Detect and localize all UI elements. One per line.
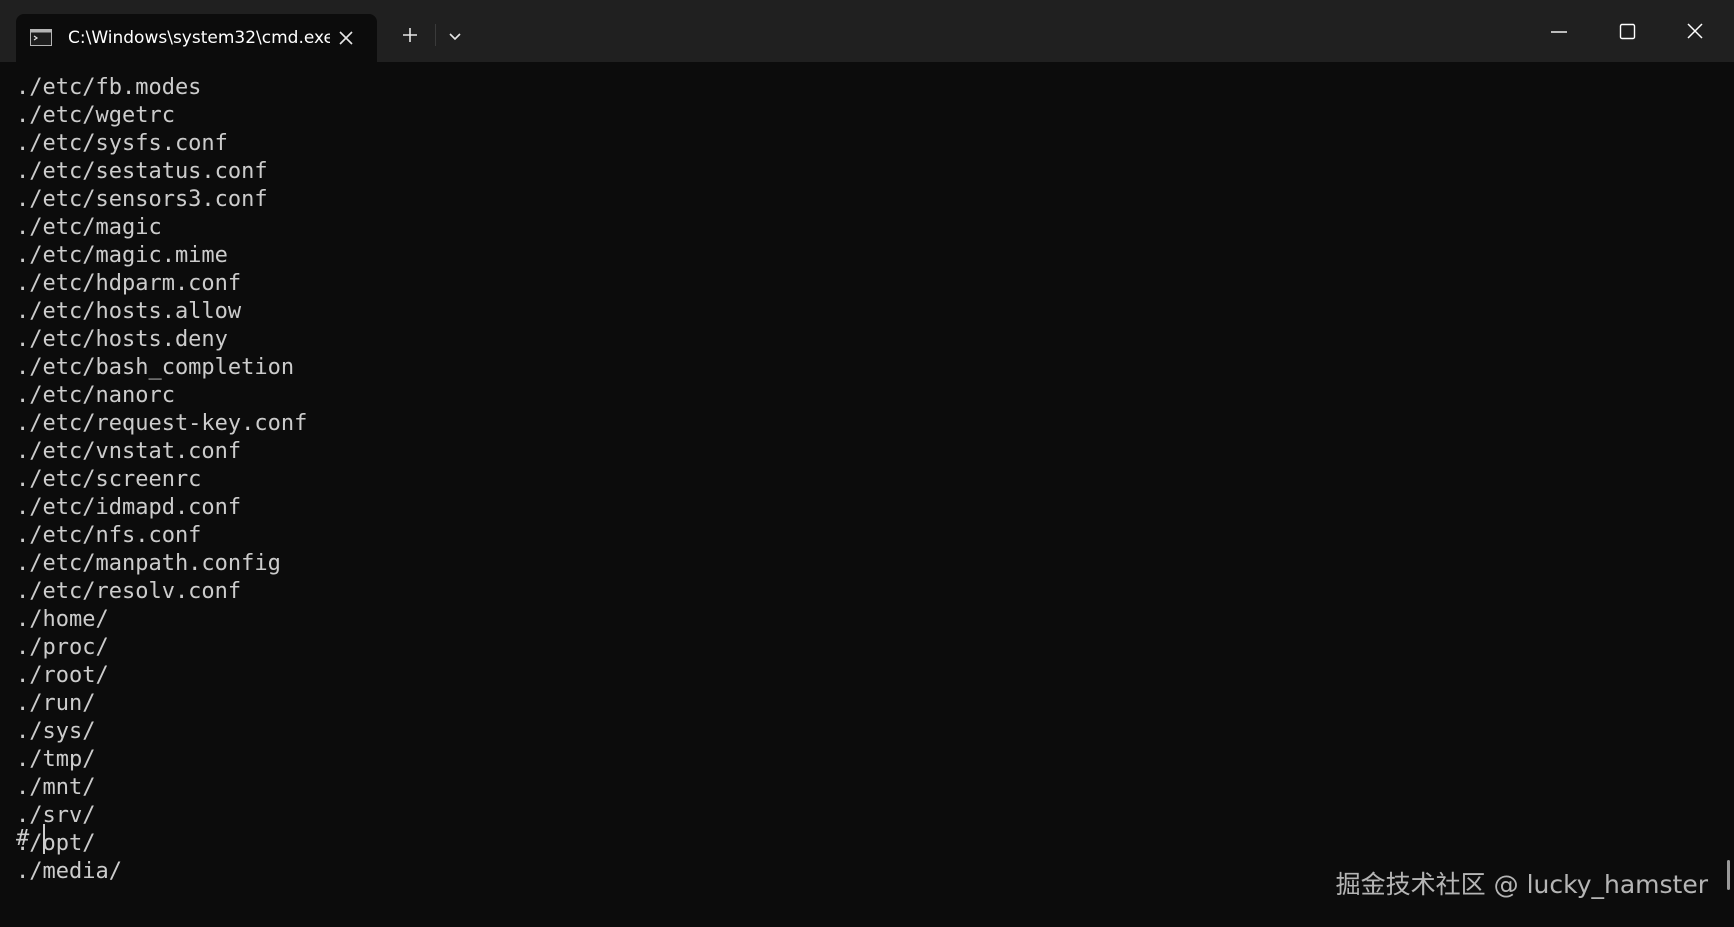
output-lines: ./etc/fb.modes ./etc/wgetrc ./etc/sysfs.co…	[16, 74, 307, 886]
close-icon[interactable]	[1672, 14, 1718, 50]
maximize-icon[interactable]	[1604, 14, 1650, 50]
output-line: ./etc/request-key.conf	[16, 411, 308, 436]
close-icon[interactable]	[334, 26, 358, 50]
output-line: ./etc/sestatus.conf	[16, 159, 268, 184]
output-line: ./etc/hosts.deny	[16, 327, 228, 352]
watermark: 掘金技术社区 @ lucky_hamster	[1335, 870, 1708, 899]
text-cursor	[43, 824, 46, 854]
chevron-down-icon[interactable]	[440, 24, 470, 48]
output-line: ./proc/	[16, 635, 109, 660]
output-line: ./etc/magic.mime	[16, 243, 228, 268]
output-line: ./etc/magic	[16, 215, 162, 240]
command-line[interactable]: #	[16, 824, 46, 854]
scrollbar-thumb[interactable]	[1727, 860, 1730, 890]
prompt-symbol: #	[16, 826, 30, 851]
plus-icon[interactable]	[394, 22, 426, 48]
output-line: ./etc/sensors3.conf	[16, 187, 268, 212]
scrollbar[interactable]	[1722, 62, 1734, 927]
output-line: ./srv/	[16, 803, 96, 828]
output-line: ./tmp/	[16, 747, 96, 772]
output-line: ./etc/vnstat.conf	[16, 439, 242, 464]
terminal-window: C:\Windows\system32\cmd.exe ./etc/fb.mod…	[0, 0, 1734, 927]
output-line: ./etc/sysfs.conf	[16, 131, 228, 156]
output-line: ./root/	[16, 663, 109, 688]
output-line: ./media/	[16, 859, 122, 884]
output-line: ./mnt/	[16, 775, 96, 800]
output-line: ./etc/bash_completion	[16, 355, 295, 380]
output-line: ./etc/hdparm.conf	[16, 271, 242, 296]
output-line: ./sys/	[16, 719, 96, 744]
output-line: ./etc/resolv.conf	[16, 579, 242, 604]
console-icon	[30, 29, 52, 46]
title-bar[interactable]: C:\Windows\system32\cmd.exe	[0, 0, 1734, 63]
output-line: ./etc/wgetrc	[16, 103, 175, 128]
terminal-output[interactable]: ./etc/fb.modes ./etc/wgetrc ./etc/sysfs.co…	[0, 62, 1722, 927]
output-line: ./run/	[16, 691, 96, 716]
tab-title: C:\Windows\system32\cmd.exe	[68, 28, 330, 48]
tab-cmd[interactable]: C:\Windows\system32\cmd.exe	[16, 14, 377, 62]
output-line: ./etc/nfs.conf	[16, 523, 202, 548]
output-line: ./etc/screenrc	[16, 467, 202, 492]
output-line: ./etc/hosts.allow	[16, 299, 242, 324]
output-line: ./home/	[16, 607, 109, 632]
tab-separator	[435, 24, 436, 46]
output-line: ./opt/	[16, 831, 96, 856]
minimize-icon[interactable]	[1536, 14, 1582, 50]
output-line: ./etc/nanorc	[16, 383, 175, 408]
output-line: ./etc/idmapd.conf	[16, 495, 242, 520]
output-line: ./etc/manpath.config	[16, 551, 281, 576]
output-line: ./etc/fb.modes	[16, 75, 202, 100]
